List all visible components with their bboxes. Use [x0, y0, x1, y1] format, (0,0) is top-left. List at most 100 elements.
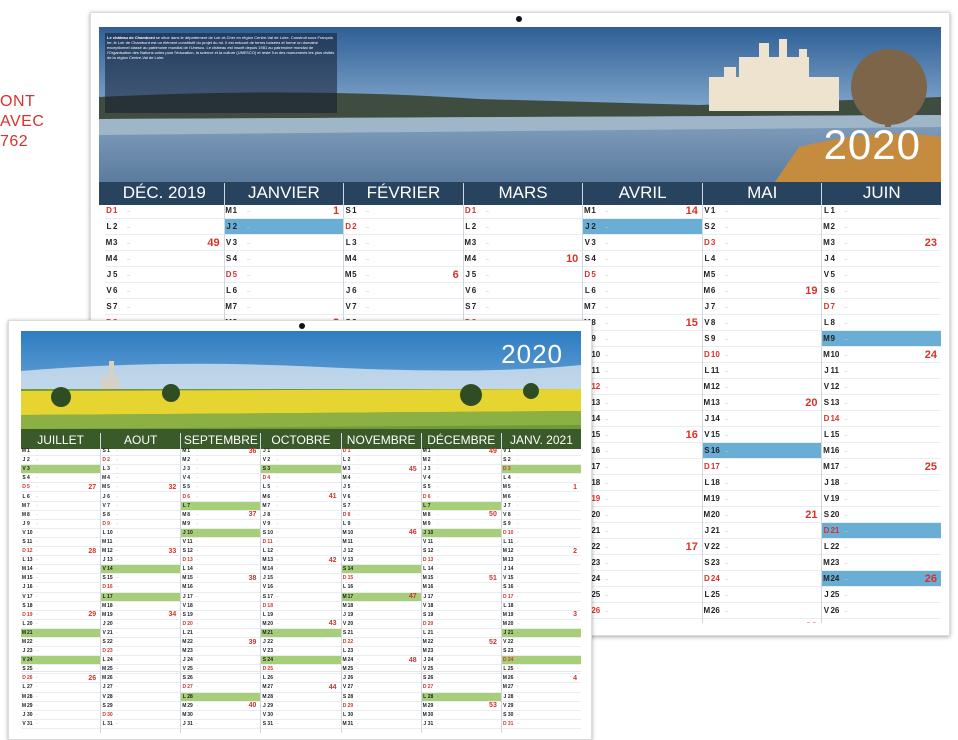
saint-name: —: [724, 608, 728, 613]
week-number: 4: [573, 674, 577, 682]
month-name: JUILLET: [37, 433, 84, 447]
day-row: L 7—: [181, 501, 261, 511]
year-label: 2020: [501, 339, 563, 369]
day-row: M 23—: [421, 647, 501, 657]
day-number: 31: [427, 720, 434, 727]
day-row: J27—: [101, 683, 181, 693]
day-number: 4: [347, 475, 351, 482]
day-number: 20: [27, 620, 33, 627]
day-number: 7: [232, 302, 238, 311]
saint-name: —: [196, 622, 199, 625]
day-number: 8: [591, 318, 596, 327]
day-number: 10: [267, 529, 273, 536]
day-row: M21—: [261, 628, 341, 638]
month-column: JANV. 2021 V 1— S 2— D 3— L 4— M 5—1 M 6— J 7— V 8— S 9— D 1…: [501, 433, 581, 733]
day-row: M15—: [21, 574, 101, 584]
saint-name: —: [605, 400, 609, 405]
day-row: M 7 —: [224, 299, 344, 315]
day-number: 19: [347, 611, 354, 618]
day-number: 21: [187, 629, 193, 636]
day-row: D 14 —: [822, 411, 942, 427]
day-number: 9: [427, 520, 431, 527]
week-number: 1: [333, 204, 340, 217]
day-row: V 1—: [501, 447, 581, 457]
saint-name: —: [276, 486, 279, 489]
saint-name: —: [196, 522, 199, 525]
day-number: 3: [232, 238, 238, 247]
day-number: 9: [107, 520, 110, 527]
day-row: M 3 —: [463, 235, 583, 251]
day-number: 1: [107, 448, 110, 455]
day-row: L 14—: [181, 565, 261, 575]
day-row: L 2 —: [463, 219, 583, 235]
day-number: 20: [427, 620, 434, 627]
day-number: 29: [107, 702, 113, 709]
saint-name: —: [356, 559, 359, 562]
day-number: 19: [830, 494, 840, 503]
day-number: 29: [427, 702, 434, 709]
saint-name: —: [116, 559, 119, 562]
day-number: 14: [347, 566, 354, 573]
day-number: 24: [347, 657, 354, 664]
day-row: V 29—: [501, 702, 581, 711]
saint-name: —: [516, 468, 519, 471]
day-row: M 9—: [181, 520, 261, 529]
day-number: 7: [710, 302, 716, 311]
day-row: M 15—38: [181, 574, 261, 584]
day-number: 18: [27, 602, 33, 609]
day-row: D 7 —: [822, 299, 942, 315]
day-row: D22—: [341, 638, 421, 648]
day-row: M15—16: [583, 427, 702, 443]
weekday-letter: D: [464, 206, 471, 215]
day-row: D 19—29: [21, 611, 101, 620]
saint-name: —: [724, 320, 728, 325]
day-row: M 13—20: [702, 395, 822, 411]
day-row: M 2—: [421, 456, 501, 466]
weekday-letter: L: [824, 206, 829, 215]
day-row: M 23—: [822, 555, 942, 571]
day-number: 11: [591, 366, 600, 375]
weekday-letter: V: [584, 238, 590, 247]
saint-name: —: [844, 544, 848, 549]
day-number: 28: [187, 693, 193, 700]
day-number: 9: [507, 520, 511, 527]
day-number: 4: [113, 254, 118, 263]
day-number: 1: [187, 448, 191, 455]
day-number: 4: [471, 254, 477, 263]
day-number: 12: [591, 382, 601, 391]
day-row: D15—: [341, 574, 421, 584]
weekday-letter: V: [704, 430, 710, 439]
saint-name: —: [356, 686, 359, 689]
weekday-letter: J: [345, 286, 351, 295]
saint-name: —: [485, 304, 489, 309]
day-number: 9: [591, 334, 596, 343]
weekday-letter: M: [583, 206, 591, 215]
saint-name: —: [516, 486, 519, 489]
day-row: L9—: [341, 520, 421, 529]
day-row: J 21—: [501, 628, 581, 638]
day-number: 6: [107, 493, 110, 500]
day-number: 12: [107, 548, 113, 555]
day-row: S 31—: [261, 720, 341, 729]
day-row: V10—: [583, 347, 702, 363]
day-row: D 5 —: [224, 267, 344, 283]
day-row: V 22—: [501, 638, 581, 648]
day-row: J 5 —: [105, 267, 224, 283]
saint-name: —: [36, 495, 38, 498]
day-row: M 27—: [501, 683, 581, 693]
day-number: 21: [267, 629, 273, 636]
saint-name: —: [605, 560, 609, 565]
month-name: JANV. 2021: [509, 433, 573, 447]
saint-name: —: [356, 495, 359, 498]
saint-name: —: [36, 704, 38, 707]
day-row: V 2—: [261, 456, 341, 466]
day-number: 23: [107, 648, 113, 655]
day-number: 17: [710, 462, 720, 471]
day-row: V 12 —: [822, 379, 942, 395]
day-number: 24: [507, 657, 514, 664]
day-number: 23: [187, 648, 193, 655]
saint-name: —: [116, 450, 119, 453]
day-number: 29: [347, 702, 354, 709]
saint-name: —: [356, 722, 359, 725]
day-number: 24: [187, 657, 193, 664]
